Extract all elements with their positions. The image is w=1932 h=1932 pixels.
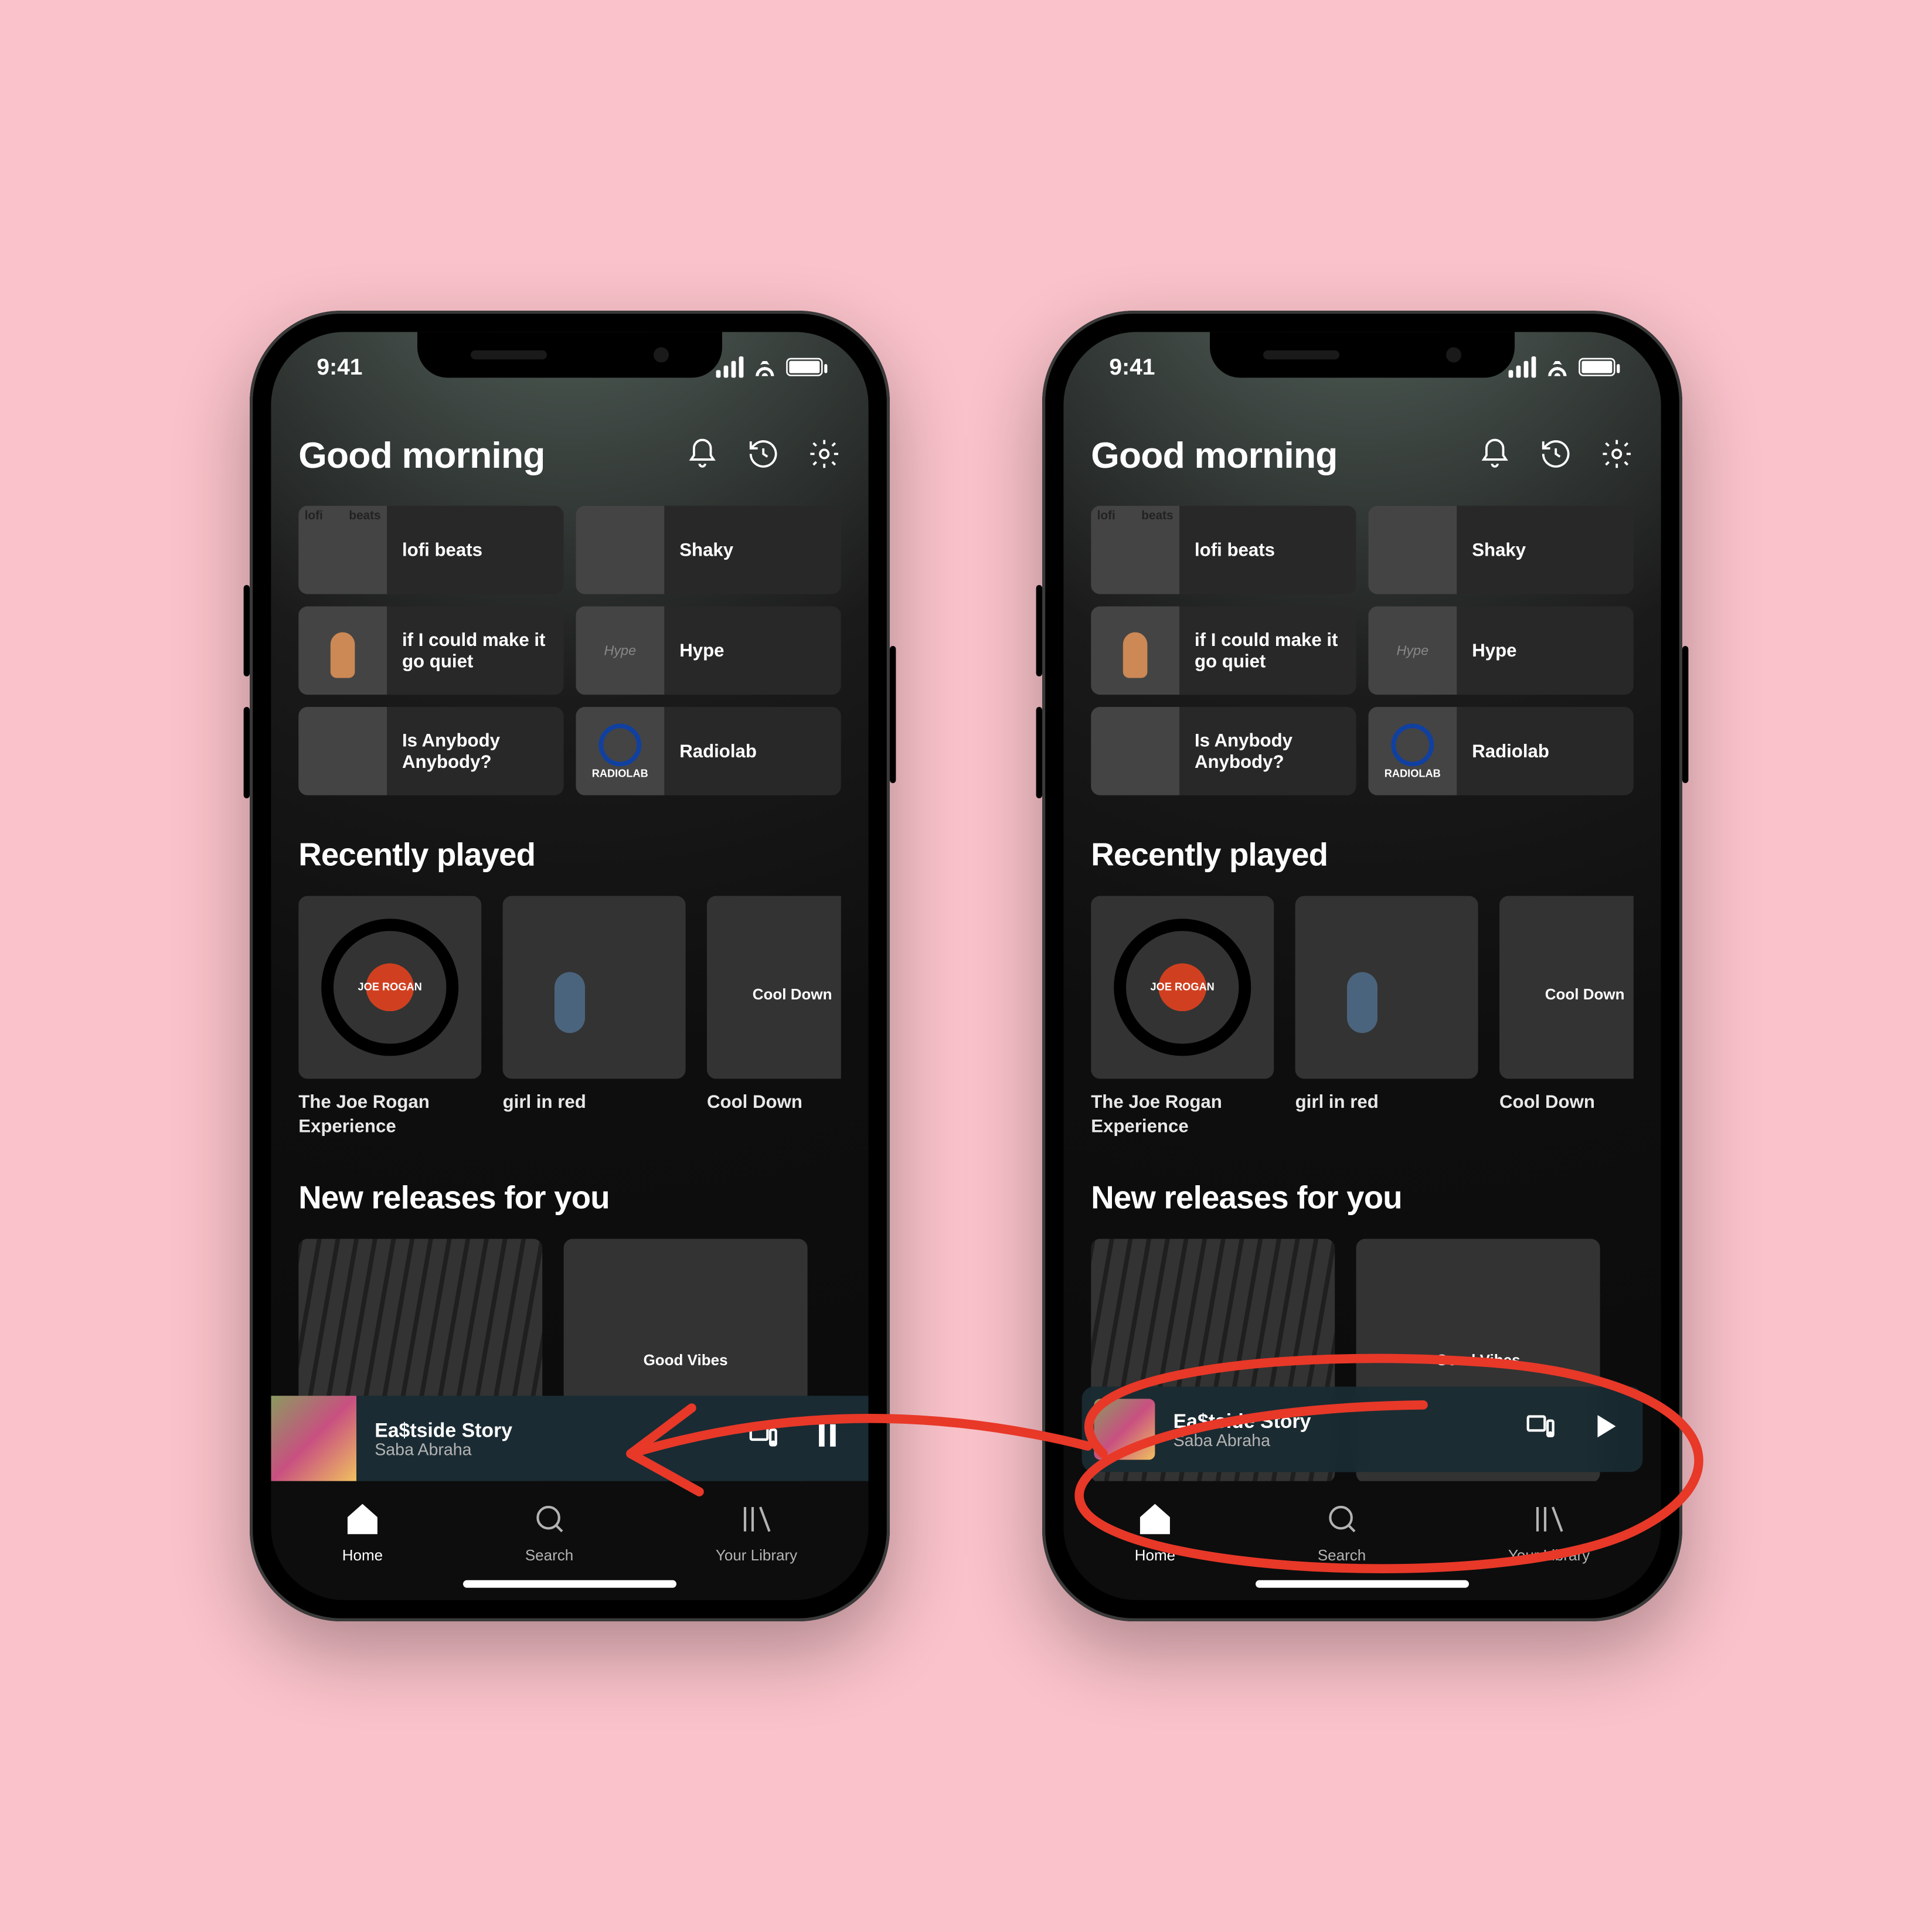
bell-icon[interactable]: [686, 437, 719, 478]
album-art: [576, 707, 664, 795]
recent-item-girl-in-red[interactable]: girl in red: [503, 896, 686, 1138]
album-art: [576, 606, 664, 695]
shortcut-radiolab[interactable]: Radiolab: [576, 707, 841, 795]
section-title-recent: Recently played: [1091, 838, 1634, 875]
now-playing-bar[interactable]: Ea$tside Story Saba Abraha: [271, 1396, 868, 1481]
album-art: [1091, 606, 1179, 695]
section-title-new: New releases for you: [1091, 1181, 1634, 1217]
status-time: 9:41: [317, 354, 362, 380]
shortcut-lofi-beats[interactable]: lofi beats: [298, 506, 563, 594]
page-title: Good morning: [1091, 436, 1337, 478]
now-playing-art: [271, 1396, 356, 1481]
section-title-new: New releases for you: [298, 1181, 841, 1217]
shortcut-shaky[interactable]: Shaky: [1368, 506, 1633, 594]
now-playing-track: Ea$tside Story: [375, 1418, 728, 1441]
devices-icon[interactable]: [747, 1418, 780, 1459]
devices-icon[interactable]: [1524, 1409, 1557, 1450]
album-art: JOE ROGAN: [1091, 896, 1274, 1079]
album-art: [298, 707, 387, 795]
album-art: [298, 606, 387, 695]
recent-item-cool-down[interactable]: Cool Down Cool Down: [707, 896, 841, 1138]
home-indicator[interactable]: [463, 1580, 676, 1588]
album-art: [1091, 506, 1179, 594]
shortcut-is-anybody[interactable]: Is Anybody Anybody?: [1091, 707, 1356, 795]
shortcut-grid: lofi beats Shaky if I could make it go q…: [1091, 506, 1634, 795]
search-icon: [531, 1501, 567, 1542]
shortcut-grid: lofi beats Shaky if I could make it go q…: [298, 506, 841, 795]
recent-item-girl-in-red[interactable]: girl in red: [1295, 896, 1478, 1138]
shortcut-radiolab[interactable]: Radiolab: [1368, 707, 1633, 795]
tab-library[interactable]: Your Library: [1508, 1501, 1590, 1565]
shortcut-shaky[interactable]: Shaky: [576, 506, 841, 594]
album-art: [1295, 896, 1478, 1079]
tab-library[interactable]: Your Library: [716, 1501, 797, 1565]
tab-search[interactable]: Search: [525, 1501, 573, 1565]
section-title-recent: Recently played: [298, 838, 841, 875]
now-playing-bar-floating[interactable]: Ea$tside Story Saba Abraha: [1082, 1387, 1643, 1472]
status-time: 9:41: [1109, 354, 1155, 380]
album-art: [298, 506, 387, 594]
recent-item-jre[interactable]: JOE ROGAN The Joe Rogan Experience: [1091, 896, 1274, 1138]
shortcut-if-i-could[interactable]: if I could make it go quiet: [1091, 606, 1356, 695]
history-icon[interactable]: [747, 437, 780, 478]
page-title: Good morning: [298, 436, 545, 478]
search-icon: [1324, 1501, 1360, 1542]
battery-icon: [1579, 358, 1615, 376]
shortcut-hype[interactable]: Hype: [1368, 606, 1633, 695]
tab-home[interactable]: Home: [342, 1501, 383, 1565]
album-art: JOE ROGAN: [298, 896, 481, 1079]
phone-right: 9:41 Good morning lofi be: [1042, 311, 1682, 1621]
now-playing-artist: Saba Abraha: [1174, 1431, 1506, 1450]
play-button[interactable]: [1588, 1409, 1621, 1450]
now-playing-track: Ea$tside Story: [1174, 1409, 1506, 1431]
pause-button[interactable]: [811, 1418, 844, 1459]
shortcut-if-i-could[interactable]: if I could make it go quiet: [298, 606, 563, 695]
wifi-icon: [1545, 358, 1570, 376]
settings-icon[interactable]: [1600, 437, 1634, 478]
home-icon: [1137, 1501, 1173, 1542]
device-notch: [417, 332, 722, 377]
cellular-icon: [716, 356, 744, 377]
history-icon[interactable]: [1539, 437, 1573, 478]
now-playing-artist: Saba Abraha: [375, 1441, 728, 1459]
library-icon: [1530, 1501, 1567, 1542]
bell-icon[interactable]: [1478, 437, 1512, 478]
album-art: [576, 506, 664, 594]
device-notch: [1210, 332, 1515, 377]
recent-item-jre[interactable]: JOE ROGAN The Joe Rogan Experience: [298, 896, 481, 1138]
album-art: Cool Down: [707, 896, 841, 1079]
cellular-icon: [1509, 356, 1536, 377]
album-art: [1368, 606, 1457, 695]
battery-icon: [786, 358, 822, 376]
wifi-icon: [753, 358, 777, 376]
shortcut-hype[interactable]: Hype: [576, 606, 841, 695]
tab-home[interactable]: Home: [1135, 1501, 1175, 1565]
shortcut-is-anybody[interactable]: Is Anybody Anybody?: [298, 707, 563, 795]
home-indicator[interactable]: [1256, 1580, 1469, 1588]
album-art: [1368, 506, 1457, 594]
phone-left: 9:41 Good morning lofi be: [250, 311, 890, 1621]
shortcut-lofi-beats[interactable]: lofi beats: [1091, 506, 1356, 594]
album-art: [1091, 707, 1179, 795]
album-art: Cool Down: [1499, 896, 1634, 1079]
settings-icon[interactable]: [808, 437, 841, 478]
album-art: [1368, 707, 1457, 795]
album-art: [503, 896, 686, 1079]
now-playing-art: [1094, 1399, 1155, 1460]
home-icon: [344, 1501, 380, 1542]
tab-search[interactable]: Search: [1318, 1501, 1366, 1565]
recent-item-cool-down[interactable]: Cool Down Cool Down: [1499, 896, 1634, 1138]
library-icon: [738, 1501, 774, 1542]
